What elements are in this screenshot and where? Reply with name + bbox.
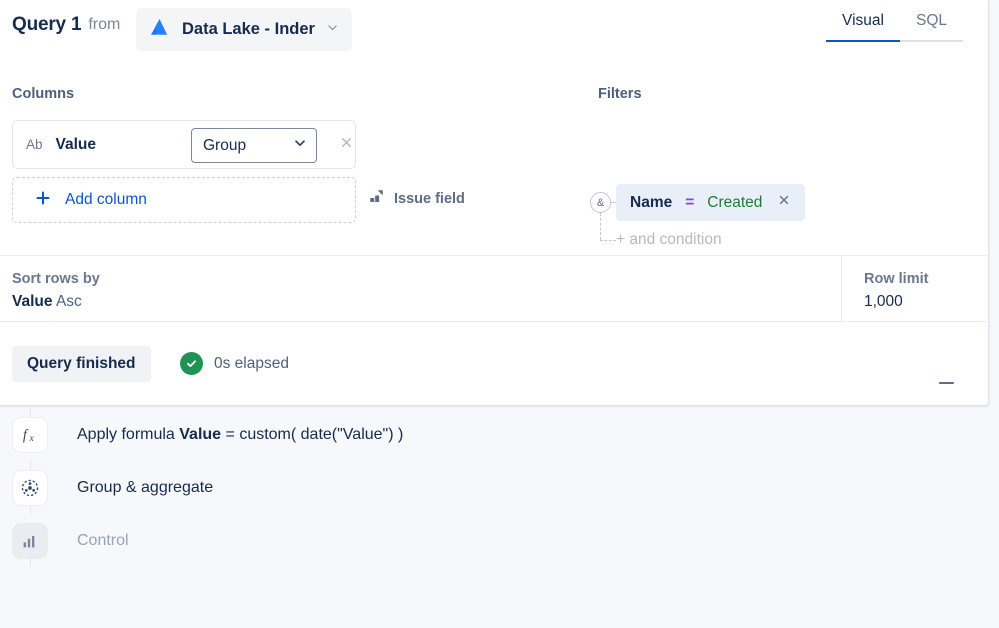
sort-rows-title: Sort rows by: [12, 271, 100, 287]
bar-chart-icon[interactable]: [12, 522, 48, 559]
step-label-control: Control: [77, 531, 129, 549]
from-label: from: [88, 16, 121, 33]
chevron-down-icon: [293, 136, 307, 155]
tab-visual[interactable]: Visual: [826, 10, 900, 42]
add-column-label: Add column: [65, 191, 147, 208]
view-tabs: Visual SQL: [826, 10, 963, 42]
sort-rows-value: Value Asc: [12, 293, 100, 311]
filter-connector-vline: [600, 213, 601, 240]
function-fx-icon[interactable]: f x: [12, 416, 48, 453]
columns-section-label: Columns: [12, 86, 75, 102]
query-builder-body: Columns Filters Ab Value Group Issue fie…: [0, 58, 989, 255]
data-source-name: Data Lake - Inder: [182, 20, 315, 38]
query-header: Query 1 from Data Lake - Inder Visual SQ…: [0, 0, 988, 58]
add-column-button[interactable]: Add column: [12, 177, 356, 223]
data-source-selector[interactable]: Data Lake - Inder: [136, 8, 352, 51]
column-name-label: Value: [55, 135, 97, 153]
query-card: Query 1 from Data Lake - Inder Visual SQ…: [0, 0, 989, 406]
elapsed-group: 0s elapsed: [180, 352, 289, 375]
text-type-icon: Ab: [26, 137, 43, 152]
sort-and-limit-row: Sort rows by Value Asc Row limit 1,000: [0, 255, 989, 323]
sort-field-label: Value: [12, 293, 53, 310]
filter-connector-badge[interactable]: &: [590, 192, 611, 213]
query-builder-page: Query 1 from Data Lake - Inder Visual SQ…: [0, 0, 999, 628]
issue-field-icon: [368, 188, 385, 210]
step-connector: [29, 408, 31, 417]
vertical-divider: [841, 256, 842, 323]
filter-value-label: Created: [707, 193, 763, 211]
svg-text:f: f: [22, 427, 28, 443]
close-icon: [339, 135, 354, 155]
check-circle-icon: [180, 352, 203, 375]
column-aggregation-select[interactable]: Group: [191, 128, 317, 163]
formula-field: Value: [179, 425, 222, 443]
chevron-down-icon: [326, 21, 339, 39]
close-icon: [777, 193, 791, 212]
issue-field-button[interactable]: Issue field: [368, 188, 465, 210]
filters-section-label: Filters: [598, 86, 642, 102]
step-control[interactable]: Control: [0, 514, 999, 567]
step-label-group-aggregate: Group & aggregate: [77, 478, 214, 496]
atlassian-logo-icon: [149, 16, 171, 43]
group-aggregate-icon[interactable]: [12, 469, 48, 506]
plus-icon: [35, 190, 51, 211]
elapsed-time-label: 0s elapsed: [214, 354, 289, 372]
step-label-apply-formula: Apply formula Value = custom( date("Valu…: [77, 426, 403, 444]
formula-prefix: Apply formula: [77, 425, 180, 443]
query-steps-list: f x Apply formula Value = custom( date("…: [0, 408, 999, 567]
issue-field-label: Issue field: [394, 191, 465, 207]
filter-connector-hline: [600, 240, 616, 241]
tab-sql[interactable]: SQL: [899, 10, 963, 42]
column-chip-value[interactable]: Ab Value Group: [12, 120, 356, 169]
formula-suffix: = custom( date("Value") ): [221, 425, 404, 443]
remove-column-button[interactable]: [335, 134, 357, 156]
page-title: Query 1: [12, 14, 82, 35]
step-group-aggregate[interactable]: Group & aggregate: [0, 461, 999, 514]
add-and-condition-button[interactable]: + and condition: [616, 231, 722, 249]
remove-filter-button[interactable]: [775, 194, 793, 212]
row-limit-value: 1,000: [864, 293, 903, 310]
minus-icon: [938, 381, 954, 385]
svg-text:x: x: [28, 433, 34, 444]
row-limit-block[interactable]: Row limit 1,000: [864, 271, 928, 311]
column-aggregation-value: Group: [203, 136, 247, 154]
filter-chip-name[interactable]: Name = Created: [616, 184, 806, 221]
query-status-row: Query finished 0s elapsed: [0, 322, 989, 406]
sort-rows-block[interactable]: Sort rows by Value Asc: [12, 271, 100, 311]
row-limit-title: Row limit: [864, 271, 929, 287]
collapse-panel-button[interactable]: [933, 374, 959, 392]
status-badge[interactable]: Query finished: [12, 346, 151, 382]
filter-operator-label: =: [685, 193, 695, 211]
query-title-group: Query 1 from: [12, 14, 120, 36]
step-apply-formula[interactable]: f x Apply formula Value = custom( date("…: [0, 408, 999, 461]
sort-direction-label: Asc: [55, 293, 82, 310]
filter-field-label: Name: [630, 193, 673, 211]
